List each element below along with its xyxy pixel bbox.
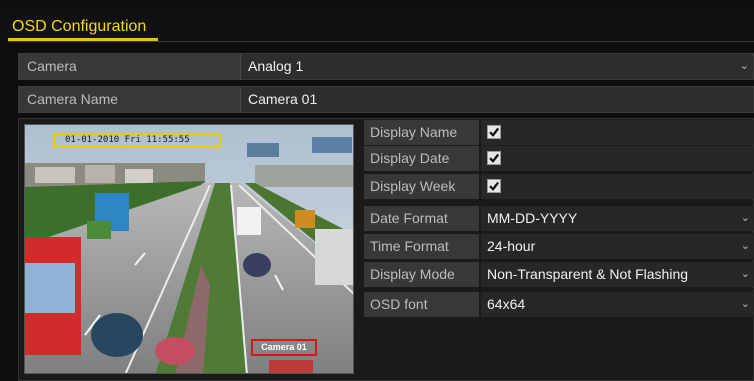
camera-value: Analog 1 [248, 58, 304, 74]
display-week-cell [481, 174, 754, 199]
title-bar: OSD Configuration [0, 8, 754, 42]
display-date-checkbox[interactable] [487, 151, 501, 165]
display-mode-select[interactable]: Non-Transparent & Not Flashing ⌄ [481, 262, 754, 287]
chevron-down-icon: ⌄ [740, 240, 750, 252]
display-date-label: Display Date [364, 146, 479, 171]
date-format-label: Date Format [364, 206, 479, 231]
display-week-label: Display Week [364, 174, 479, 199]
camera-name-row: Camera Name Camera 01 [18, 86, 754, 113]
display-mode-label: Display Mode [364, 262, 479, 287]
preview-image [25, 125, 353, 373]
display-name-row: Display Name [364, 120, 754, 145]
osd-font-row: OSD font 64x64 ⌄ [364, 292, 754, 317]
camera-name-input[interactable]: Camera 01 [243, 87, 753, 112]
chevron-down-icon: ⌄ [740, 268, 750, 280]
checkmark-icon [489, 127, 500, 137]
display-name-label: Display Name [364, 120, 479, 145]
display-date-row: Display Date [364, 146, 754, 171]
display-date-cell [481, 146, 754, 171]
osd-font-label: OSD font [364, 292, 479, 317]
camera-name-label: Camera Name [19, 87, 241, 112]
display-week-row: Display Week [364, 174, 754, 199]
date-format-row: Date Format MM-DD-YYYY ⌄ [364, 206, 754, 231]
camera-label: Camera [19, 54, 241, 79]
display-week-checkbox[interactable] [487, 179, 501, 193]
chevron-down-icon: ⌄ [739, 60, 749, 72]
osd-font-select[interactable]: 64x64 ⌄ [481, 292, 754, 317]
page-title: OSD Configuration [12, 18, 147, 35]
date-format-value: MM-DD-YYYY [487, 210, 578, 226]
display-mode-value: Non-Transparent & Not Flashing [487, 266, 689, 282]
time-format-label: Time Format [364, 234, 479, 259]
osd-date-overlay[interactable]: 01-01-2010 Fri 11:55:55 [53, 133, 221, 148]
checkmark-icon [489, 181, 500, 191]
osd-name-overlay[interactable]: Camera 01 [251, 339, 317, 356]
display-name-checkbox[interactable] [487, 125, 501, 139]
camera-row: Camera Analog 1 ⌄ [18, 53, 754, 80]
chevron-down-icon: ⌄ [740, 212, 750, 224]
chevron-down-icon: ⌄ [740, 298, 750, 310]
camera-preview[interactable]: 01-01-2010 Fri 11:55:55 Camera 01 [24, 124, 354, 374]
checkmark-icon [489, 153, 500, 163]
time-format-value: 24-hour [487, 238, 536, 254]
osd-font-value: 64x64 [487, 296, 526, 312]
date-format-select[interactable]: MM-DD-YYYY ⌄ [481, 206, 754, 231]
time-format-row: Time Format 24-hour ⌄ [364, 234, 754, 259]
title-divider [8, 41, 754, 42]
display-name-cell [481, 120, 754, 145]
camera-select[interactable]: Analog 1 ⌄ [243, 54, 753, 79]
display-mode-row: Display Mode Non-Transparent & Not Flash… [364, 262, 754, 287]
time-format-select[interactable]: 24-hour ⌄ [481, 234, 754, 259]
